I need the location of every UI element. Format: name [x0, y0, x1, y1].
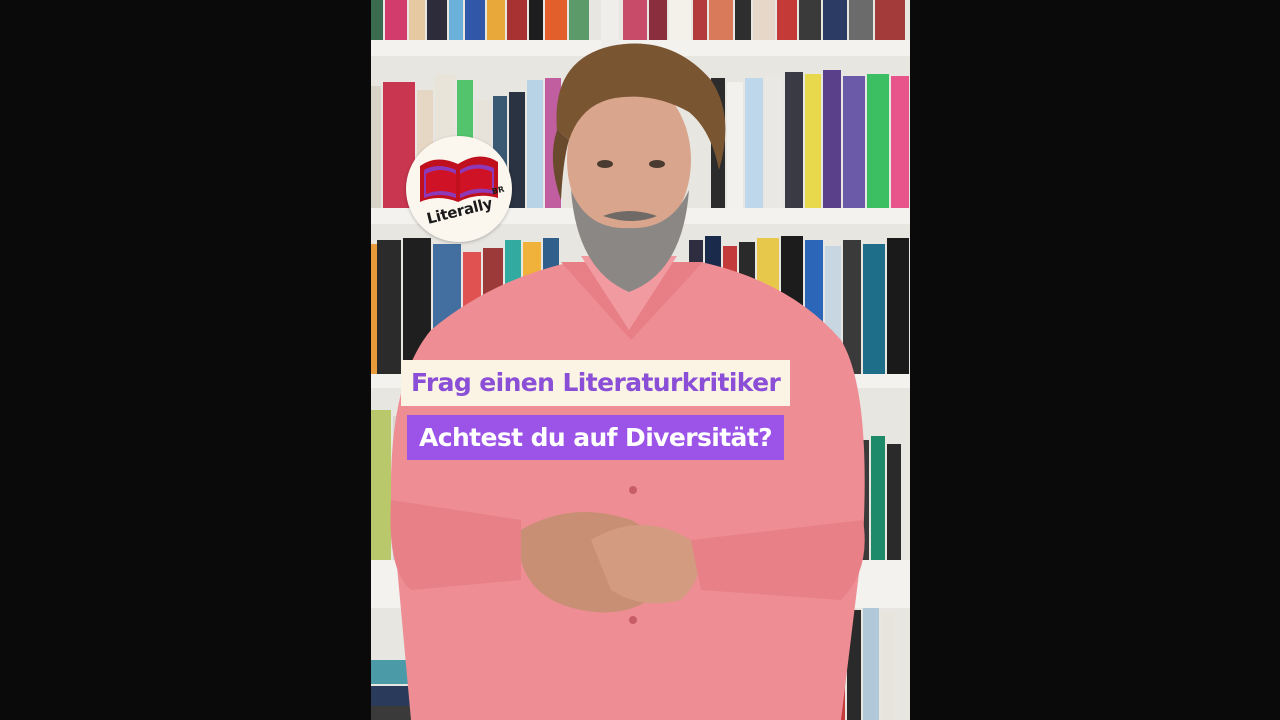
caption-question: Achtest du auf Diversität? — [407, 415, 785, 460]
video-content[interactable]: Literally BR Frag einen Literaturkritike… — [371, 0, 910, 720]
caption-title: Frag einen Literaturkritiker — [401, 360, 791, 406]
video-frame: Literally BR Frag einen Literaturkritike… — [0, 0, 1280, 720]
literally-logo: Literally BR — [406, 136, 512, 242]
